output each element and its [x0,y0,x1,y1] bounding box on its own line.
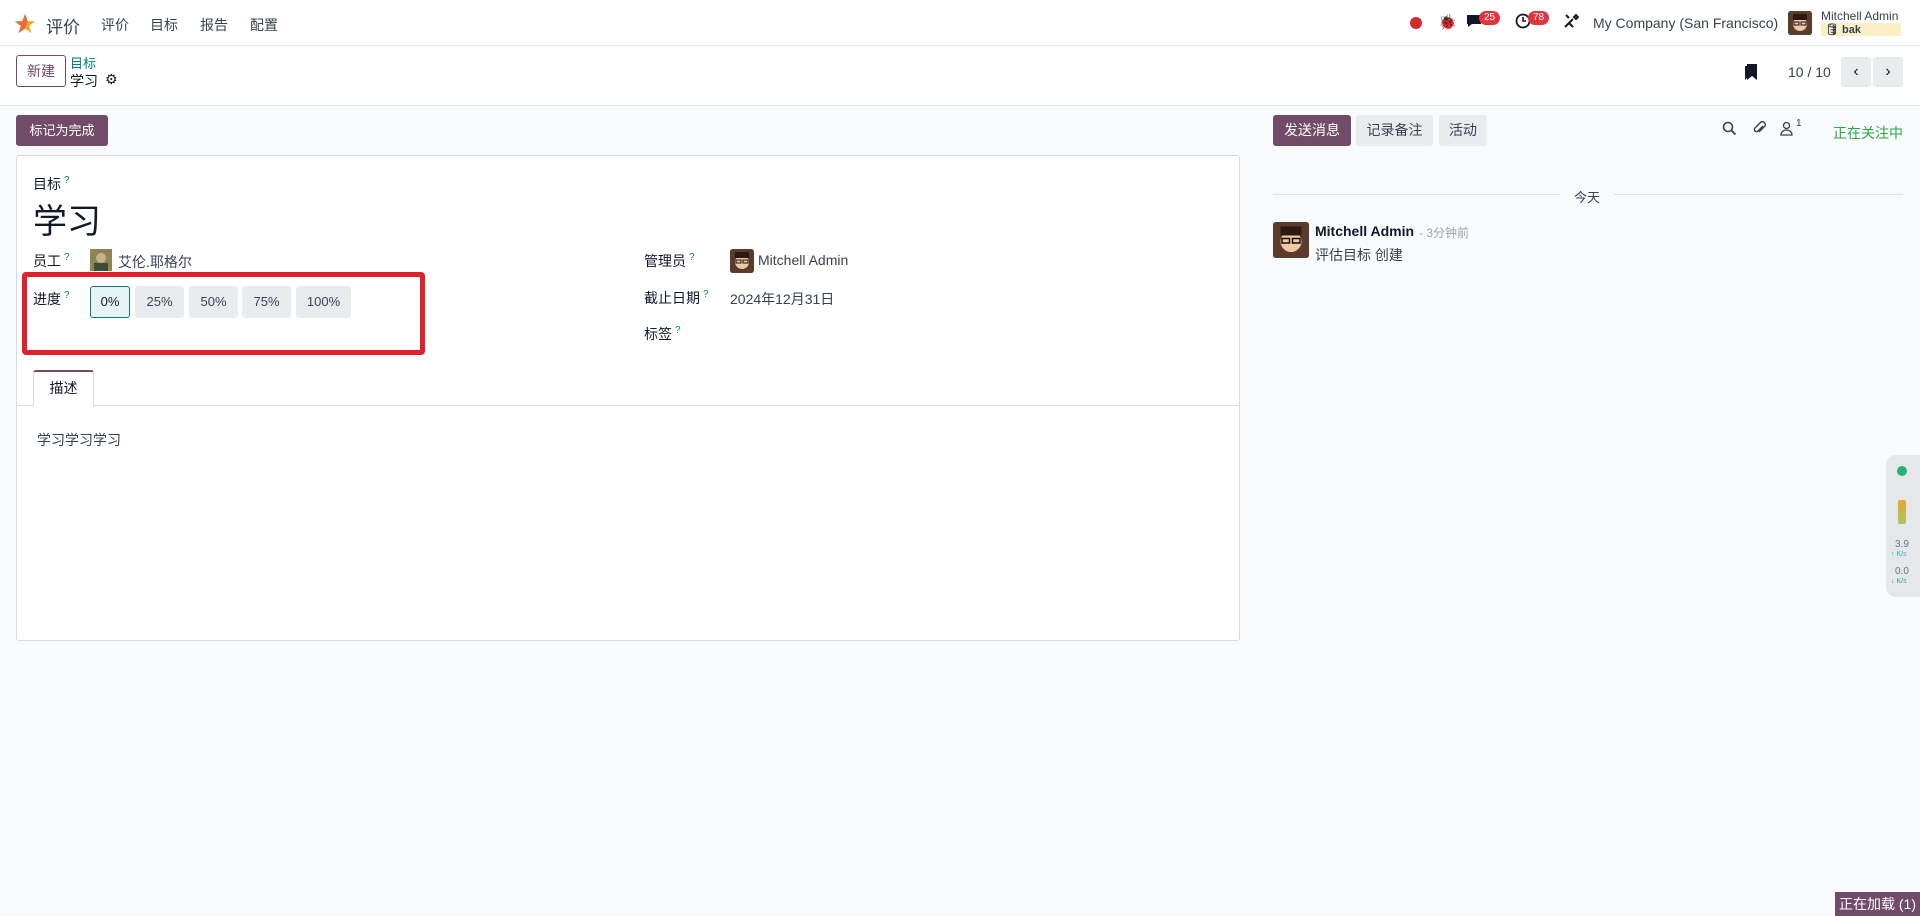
control-panel: 新建 目标 学习 ⚙ 10 / 10 ‹ › [0,47,1920,106]
manager-label: 管理员? [644,251,695,271]
progress-option-0[interactable]: 0% [90,286,130,318]
network-speed-widget[interactable]: 3.9 ↑ K/s 0.0 ↓ K/s [1886,455,1920,597]
upload-unit: ↑ K/s [1891,551,1907,558]
help-tooltip-icon[interactable]: ? [675,325,681,336]
menu-configuration[interactable]: 配置 [250,15,278,35]
notebook-tabs: 描述 [17,370,1239,407]
progress-option-100[interactable]: 100% [296,286,351,318]
help-tooltip-icon[interactable]: ? [64,252,70,263]
mark-done-button[interactable]: 标记为完成 [16,115,108,146]
menu-appraisal[interactable]: 评价 [101,15,129,35]
message-time: - 3分钟前 [1419,226,1470,240]
help-tooltip-icon[interactable]: ? [64,290,70,301]
description-content[interactable]: 学习学习学习 [37,430,121,450]
employee-value[interactable]: 艾伦.耶格尔 [118,252,192,272]
progress-label: 进度? [33,289,70,309]
database-name: bak [1842,24,1861,36]
tags-label: 标签? [644,324,681,344]
app-title[interactable]: 评价 [46,13,80,38]
help-tooltip-icon[interactable]: ? [64,175,70,186]
deadline-label: 截止日期? [644,288,709,308]
pager-previous-button[interactable]: ‹ [1841,57,1871,87]
menu-reporting[interactable]: 报告 [200,15,228,35]
employee-avatar [90,249,112,271]
download-unit: ↓ K/s [1891,578,1907,585]
menu-goals[interactable]: 目标 [150,15,178,35]
activities-badge: 78 [1528,11,1550,25]
upload-unit-text: K/s [1896,551,1907,558]
messages-badge: 25 [1479,11,1501,25]
download-speed: 0.0 [1895,566,1909,577]
activities-button[interactable]: 活动 [1439,115,1487,146]
database-tag: 🛢 bak [1821,23,1901,36]
bookmark-icon[interactable] [1744,63,1758,86]
goal-label-text: 目标 [33,176,61,192]
progress-label-text: 进度 [33,291,61,307]
log-note-button[interactable]: 记录备注 [1356,115,1433,146]
top-navbar: 评价 评价 目标 报告 配置 🐞 25 78 My Company (San F… [0,0,1920,46]
tab-description[interactable]: 描述 [33,370,94,407]
debug-bug-icon[interactable]: 🐞 [1438,13,1457,31]
deadline-label-text: 截止日期 [644,290,700,306]
manager-label-text: 管理员 [644,253,686,269]
deadline-value[interactable]: 2024年12月31日 [730,289,834,309]
download-unit-text: K/s [1896,578,1907,585]
form-sheet: 目标? 学习 员工? 艾伦.耶格尔 进度? 0% 25% 50% 75% 100… [16,155,1240,641]
progress-option-25[interactable]: 25% [135,286,184,318]
followers-count: 1 [1796,118,1802,129]
company-switcher[interactable]: My Company (San Francisco) [1593,15,1778,31]
loading-indicator: 正在加载 (1) [1835,892,1920,916]
gear-icon[interactable]: ⚙ [105,71,118,88]
usage-bar-icon [1898,500,1906,524]
search-icon[interactable] [1722,121,1737,140]
message-author[interactable]: Mitchell Admin [1315,223,1414,239]
progress-option-50[interactable]: 50% [189,286,238,318]
manager-value[interactable]: Mitchell Admin [758,252,848,268]
goal-label: 目标? [33,174,70,194]
upload-speed: 3.9 [1895,539,1909,550]
breadcrumb-parent[interactable]: 目标 [70,53,96,72]
goal-title[interactable]: 学习 [33,194,101,243]
user-name[interactable]: Mitchell Admin [1821,9,1898,23]
pager-value[interactable]: 10 / 10 [1788,64,1831,80]
user-avatar[interactable] [1788,11,1812,35]
record-indicator-icon[interactable] [1410,17,1422,29]
employee-label-text: 员工 [33,253,61,269]
following-status[interactable]: 正在关注中 [1833,123,1903,143]
date-separator: 今天 [1560,187,1615,206]
tags-label-text: 标签 [644,326,672,342]
pager-next-button[interactable]: › [1873,57,1903,87]
message-body: 评估目标 创建 [1315,247,1403,263]
new-button[interactable]: 新建 [16,55,66,87]
breadcrumb-current: 学习 [70,73,98,89]
manager-avatar [730,249,754,273]
help-tooltip-icon[interactable]: ? [703,289,709,300]
send-message-button[interactable]: 发送消息 [1273,115,1351,146]
app-logo-icon[interactable] [14,13,36,35]
help-tooltip-icon[interactable]: ? [689,252,695,263]
followers-user-icon[interactable] [1780,121,1793,140]
progress-option-75[interactable]: 75% [242,286,291,318]
employee-label: 员工? [33,251,70,271]
message-author-avatar[interactable] [1273,222,1309,258]
paperclip-icon[interactable] [1752,121,1767,140]
settings-tools-icon[interactable] [1563,13,1580,33]
status-dot-icon [1897,466,1907,476]
